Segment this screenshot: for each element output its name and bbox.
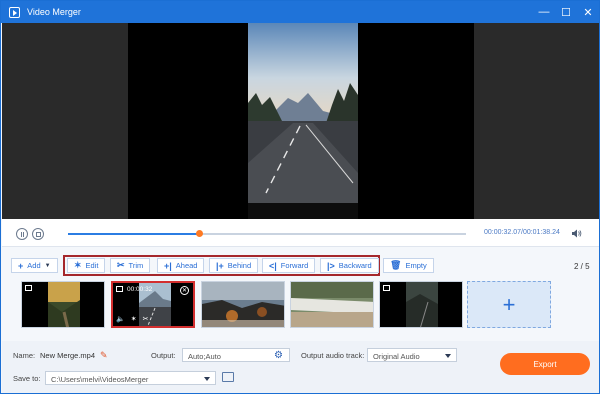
counter-current: 2 — [574, 262, 579, 271]
output-settings: Name: New Merge.mp4 ✎ Output: Auto;Auto … — [2, 341, 599, 393]
add-dropdown[interactable]: + Add ▼ — [11, 258, 58, 273]
window-title: Video Merger — [27, 7, 81, 17]
plus-icon: + — [18, 260, 24, 271]
add-clip-button[interactable]: + — [467, 281, 551, 328]
clip-strip: 00:00:32 ✕ 🔈 ✶ ✂ + — [2, 279, 599, 333]
clip-thumbnail[interactable] — [201, 281, 285, 328]
move-backward-icon: |> — [327, 260, 335, 271]
export-button[interactable]: Export — [500, 353, 590, 375]
clip-duration: 00:00:32 — [127, 286, 153, 293]
add-label: Add — [27, 261, 41, 270]
clip-counter: 2 / 5 — [574, 262, 590, 271]
counter-total: 5 — [585, 262, 590, 271]
ahead-button[interactable]: +| Ahead — [157, 258, 205, 273]
forward-label: Forward — [280, 261, 309, 270]
folder-icon[interactable] — [222, 372, 234, 382]
remove-clip-icon[interactable]: ✕ — [180, 286, 189, 295]
time-display: 00:00:32.07/00:01:38.24 — [484, 229, 560, 236]
total-time: 00:01:38.24 — [522, 229, 560, 236]
trim-label: Trim — [128, 261, 144, 270]
video-frame — [248, 23, 358, 219]
edit-button[interactable]: ✶ Edit — [67, 258, 106, 273]
output-label: Output: — [151, 351, 176, 360]
add-behind-icon: |+ — [216, 260, 224, 271]
chevron-down-icon — [445, 354, 451, 358]
edit-label: Edit — [85, 261, 99, 270]
scissors-icon: ✂ — [117, 260, 125, 270]
stop-icon — [35, 231, 41, 237]
empty-label: Empty — [405, 261, 427, 270]
clip-thumbnail-selected[interactable]: 00:00:32 ✕ 🔈 ✶ ✂ — [111, 281, 195, 328]
save-path-value: C:\Users\melvi\VideosMerger — [51, 375, 149, 384]
move-forward-icon: <| — [269, 260, 277, 271]
video-preview — [2, 23, 599, 219]
audio-track-value: Original Audio — [373, 352, 420, 361]
app-logo-icon — [9, 6, 20, 18]
backward-button[interactable]: |> Backward — [320, 258, 379, 273]
film-icon — [116, 286, 123, 292]
ahead-label: Ahead — [175, 261, 198, 270]
pause-icon — [20, 231, 24, 237]
trash-icon: 🗑 — [390, 260, 402, 270]
clip-thumbnail[interactable] — [290, 281, 374, 328]
magic-wand-icon[interactable]: ✶ — [131, 315, 137, 323]
empty-button[interactable]: 🗑 Empty — [383, 258, 434, 273]
file-name: New Merge.mp4 — [40, 351, 96, 360]
forward-button[interactable]: <| Forward — [262, 258, 316, 273]
speaker-icon[interactable]: 🔈 — [116, 315, 125, 323]
stop-button[interactable] — [32, 228, 44, 240]
close-button[interactable]: ✕ — [577, 1, 599, 23]
video-canvas — [128, 23, 474, 219]
save-path-select[interactable]: C:\Users\melvi\VideosMerger — [45, 371, 216, 385]
chevron-down-icon: ▼ — [44, 262, 51, 269]
film-icon — [25, 285, 32, 291]
behind-button[interactable]: |+ Behind — [209, 258, 259, 273]
minimize-button[interactable]: — — [533, 1, 555, 23]
name-label: Name: — [13, 351, 36, 360]
current-time: 00:00:32.07 — [484, 229, 521, 236]
pause-button[interactable] — [16, 228, 28, 240]
backward-label: Backward — [338, 261, 372, 270]
add-ahead-icon: +| — [164, 260, 172, 271]
film-icon — [383, 285, 390, 291]
clip-thumbnail[interactable] — [21, 281, 105, 328]
chevron-down-icon — [204, 377, 210, 381]
audio-track-label: Output audio track: — [301, 351, 365, 360]
playback-controls: 00:00:32.07/00:01:38.24 — [2, 219, 599, 247]
video-merger-window: Video Merger — ☐ ✕ 00:00:32.07/00:01:38.… — [0, 0, 600, 394]
progress-fill — [68, 233, 200, 235]
audio-track-select[interactable]: Original Audio — [367, 348, 457, 362]
gear-icon[interactable]: ⚙ — [274, 350, 283, 361]
magic-wand-icon: ✶ — [74, 260, 82, 270]
output-format-value: Auto;Auto — [188, 352, 221, 361]
clip-thumbnail[interactable] — [379, 281, 463, 328]
progress-slider[interactable] — [68, 230, 466, 237]
edit-toolbar: + Add ▼ ✶ Edit ✂ Trim +| Ahead |+ Behind… — [2, 253, 599, 277]
volume-icon[interactable] — [572, 229, 582, 238]
progress-thumb[interactable] — [196, 230, 204, 237]
behind-label: Behind — [227, 261, 252, 270]
pencil-icon[interactable]: ✎ — [100, 350, 108, 361]
scissors-icon[interactable]: ✂ — [143, 315, 149, 323]
save-to-label: Save to: — [13, 374, 41, 383]
maximize-button[interactable]: ☐ — [555, 1, 577, 23]
trim-button[interactable]: ✂ Trim — [110, 258, 151, 273]
title-bar: Video Merger — ☐ ✕ — [1, 1, 599, 23]
